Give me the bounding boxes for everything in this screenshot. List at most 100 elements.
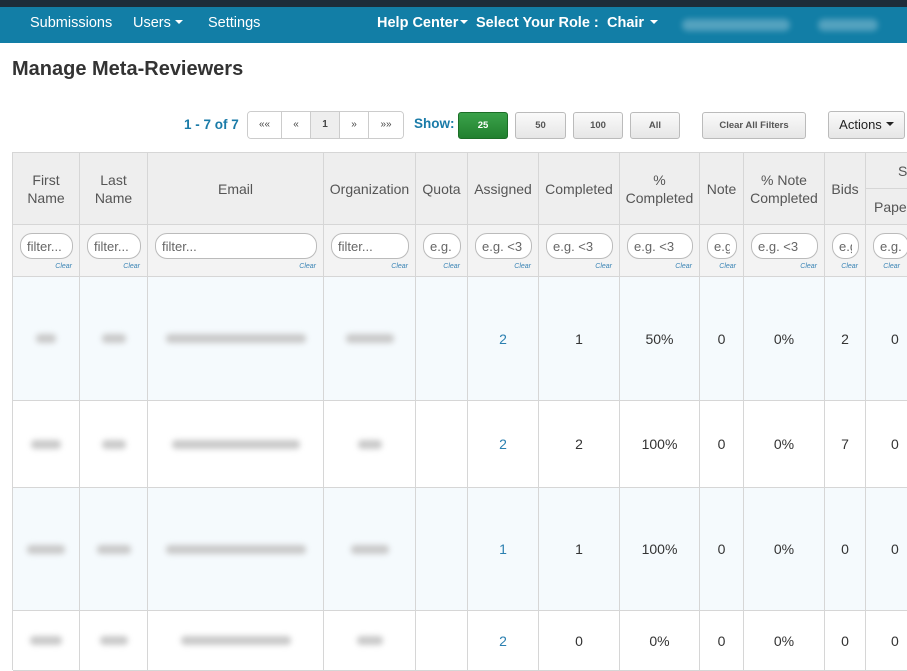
nav-users-label: Users bbox=[133, 15, 171, 31]
clear-filter-link[interactable]: Clear bbox=[883, 263, 900, 270]
column-header-paper[interactable]: Paper bbox=[866, 189, 907, 224]
clear-filter-link[interactable]: Clear bbox=[123, 263, 140, 270]
filter-input-bids[interactable] bbox=[832, 233, 859, 259]
column-header-org[interactable]: Organization bbox=[324, 153, 416, 224]
chevron-down-icon bbox=[460, 20, 469, 24]
column-header-note[interactable]: Note bbox=[700, 153, 744, 224]
filter-cell-bids: Clear bbox=[825, 224, 866, 277]
filter-input-quota[interactable] bbox=[423, 233, 461, 259]
filter-input-note[interactable] bbox=[707, 233, 737, 259]
nav-users[interactable]: Users bbox=[133, 7, 183, 43]
clear-filter-link[interactable]: Clear bbox=[443, 263, 460, 270]
filter-input-pct_note[interactable] bbox=[751, 233, 818, 259]
first-page-button[interactable]: «« bbox=[248, 112, 282, 138]
filter-input-email[interactable] bbox=[155, 233, 317, 259]
show-all-button[interactable]: All bbox=[630, 112, 680, 139]
filter-input-completed[interactable] bbox=[546, 233, 613, 259]
filter-input-paper[interactable] bbox=[873, 233, 907, 259]
filter-input-last[interactable] bbox=[87, 233, 141, 259]
cell-assigned[interactable]: 1 bbox=[468, 488, 539, 611]
column-header-pct_note[interactable]: % Note Completed bbox=[744, 153, 825, 224]
filter-input-pct_completed[interactable] bbox=[627, 233, 693, 259]
cell-paper: 0 bbox=[866, 611, 907, 671]
page-1-button[interactable]: 1 bbox=[311, 112, 340, 138]
column-header-first[interactable]: First Name bbox=[13, 153, 80, 224]
clear-filter-link[interactable]: Clear bbox=[595, 263, 612, 270]
role-selector[interactable]: Chair bbox=[607, 7, 659, 43]
column-header-assigned[interactable]: Assigned bbox=[468, 153, 539, 224]
nav-submissions-label: Submissions bbox=[30, 15, 113, 31]
cell-pct_note: 0% bbox=[744, 277, 825, 401]
redacted-last bbox=[99, 636, 128, 645]
role-label: Select Your Role : bbox=[476, 7, 599, 43]
redacted-org bbox=[356, 636, 383, 645]
cell-first bbox=[13, 488, 80, 611]
cell-assigned[interactable]: 2 bbox=[468, 611, 539, 671]
cell-paper: 0 bbox=[866, 401, 907, 488]
show-50-button[interactable]: 50 bbox=[515, 112, 566, 139]
cell-quota bbox=[416, 488, 468, 611]
cell-email bbox=[148, 488, 324, 611]
actions-label: Actions bbox=[839, 117, 882, 132]
user-menu[interactable] bbox=[818, 19, 878, 31]
cell-pct_note: 0% bbox=[744, 401, 825, 488]
prev-page-button[interactable]: « bbox=[282, 112, 311, 138]
cell-last bbox=[80, 401, 148, 488]
clear-filter-link[interactable]: Clear bbox=[719, 263, 736, 270]
redacted-org bbox=[345, 334, 394, 343]
cell-assigned[interactable]: 2 bbox=[468, 401, 539, 488]
cell-quota bbox=[416, 277, 468, 401]
cell-completed: 0 bbox=[539, 611, 620, 671]
column-header-quota[interactable]: Quota bbox=[416, 153, 468, 224]
chevron-down-icon bbox=[650, 20, 659, 24]
clear-filter-link[interactable]: Clear bbox=[514, 263, 531, 270]
next-page-button[interactable]: » bbox=[340, 112, 369, 138]
conference-selector[interactable] bbox=[682, 19, 790, 31]
pagination: «« « 1 » »» bbox=[247, 111, 404, 139]
cell-paper: 0 bbox=[866, 488, 907, 611]
filter-input-first[interactable] bbox=[20, 233, 73, 259]
clear-filter-link[interactable]: Clear bbox=[55, 263, 72, 270]
redacted-org bbox=[350, 544, 389, 554]
clear-filter-link[interactable]: Clear bbox=[299, 263, 316, 270]
clear-all-filters-button[interactable]: Clear All Filters bbox=[702, 112, 806, 139]
nav-help-center[interactable]: Help Center bbox=[377, 7, 469, 43]
column-header-bids[interactable]: Bids bbox=[825, 153, 866, 224]
column-group-header: S bbox=[866, 153, 907, 189]
show-label: Show: bbox=[414, 116, 455, 131]
filter-input-org[interactable] bbox=[331, 233, 409, 259]
cell-last bbox=[80, 277, 148, 401]
top-strip bbox=[0, 0, 907, 7]
column-header-email[interactable]: Email bbox=[148, 153, 324, 224]
cell-email bbox=[148, 401, 324, 488]
redacted-email bbox=[180, 636, 291, 645]
clear-filter-link[interactable]: Clear bbox=[800, 263, 817, 270]
role-label-text: Select Your Role : bbox=[476, 15, 599, 31]
filter-cell-note: Clear bbox=[700, 224, 744, 277]
column-header-completed[interactable]: Completed bbox=[539, 153, 620, 224]
column-header-pct_completed[interactable]: % Completed bbox=[620, 153, 700, 224]
cell-note: 0 bbox=[700, 401, 744, 488]
filter-cell-assigned: Clear bbox=[468, 224, 539, 277]
clear-filter-link[interactable]: Clear bbox=[391, 263, 408, 270]
last-page-button[interactable]: »» bbox=[369, 112, 403, 138]
show-100-button[interactable]: 100 bbox=[573, 112, 623, 139]
redacted-last bbox=[101, 439, 126, 449]
redacted-last bbox=[101, 334, 126, 343]
cell-note: 0 bbox=[700, 611, 744, 671]
clear-filter-link[interactable]: Clear bbox=[841, 263, 858, 270]
cell-quota bbox=[416, 611, 468, 671]
cell-bids: 0 bbox=[825, 611, 866, 671]
column-header-last[interactable]: Last Name bbox=[80, 153, 148, 224]
cell-completed: 1 bbox=[539, 488, 620, 611]
nav-settings[interactable]: Settings bbox=[208, 7, 260, 43]
cell-assigned[interactable]: 2 bbox=[468, 277, 539, 401]
filter-cell-quota: Clear bbox=[416, 224, 468, 277]
redacted-first bbox=[36, 334, 56, 343]
filter-input-assigned[interactable] bbox=[475, 233, 532, 259]
show-25-button[interactable]: 25 bbox=[458, 112, 508, 139]
nav-submissions[interactable]: Submissions bbox=[30, 7, 112, 43]
actions-button[interactable]: Actions bbox=[828, 111, 905, 139]
clear-filter-link[interactable]: Clear bbox=[675, 263, 692, 270]
cell-bids: 2 bbox=[825, 277, 866, 401]
